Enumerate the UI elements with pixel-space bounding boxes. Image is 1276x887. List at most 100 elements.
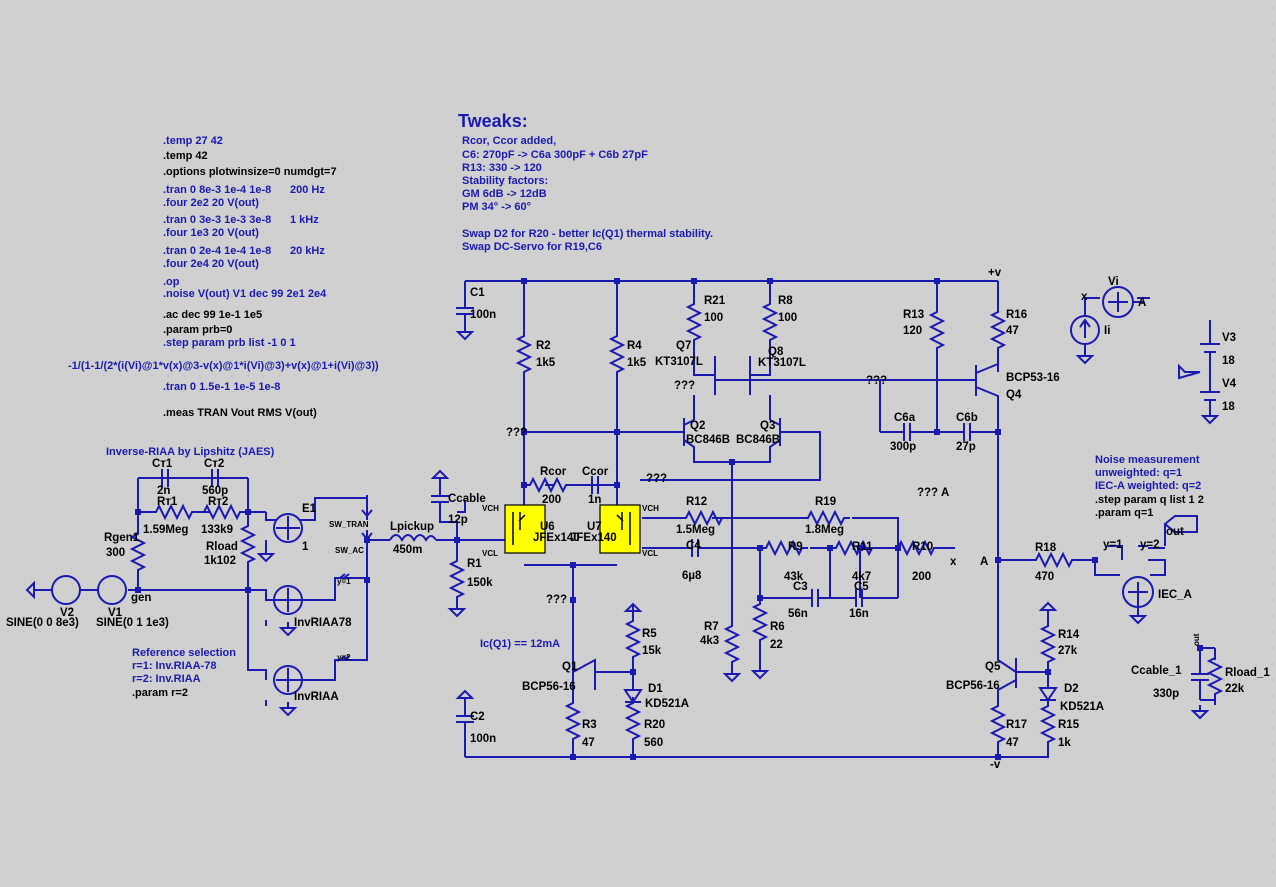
value-r21: 100 <box>704 312 723 324</box>
value-c4: 6µ8 <box>682 570 702 582</box>
net-out: out <box>1166 526 1184 538</box>
directive-step-prb: .step param prb list -1 0 1 <box>163 337 296 349</box>
label-ccable: Ccable <box>448 493 486 505</box>
directive-four-20khz: .four 2e4 20 V(out) <box>163 258 259 270</box>
label-r13: R13 <box>903 309 924 321</box>
value-c1: 100n <box>470 309 496 321</box>
value-rt2: 133k9 <box>201 524 233 536</box>
value-q5: BCP56-16 <box>946 680 1000 692</box>
value-v2: SINE(0 0 8e3) <box>6 617 79 629</box>
value-ccable: 12p <box>448 514 468 526</box>
value-q3: BC846B <box>736 434 780 446</box>
label-v4: V4 <box>1222 378 1237 390</box>
noise-step: .step param q list 1 2 <box>1095 494 1204 506</box>
value-c6b: 27p <box>956 441 976 453</box>
value-ccable1: 330p <box>1153 688 1179 700</box>
label-r10: R10 <box>912 541 933 553</box>
value-c2: 100n <box>470 733 496 745</box>
label-rgen1: Rgen1 <box>104 532 140 544</box>
directive-temp-step: .temp 27 42 <box>163 135 223 147</box>
tweak-line: Rcor, Ccor added, <box>462 135 556 147</box>
directive-options: .options plotwinsize=0 numdgt=7 <box>163 166 337 178</box>
noise-line: IEC-A weighted: q=2 <box>1095 480 1201 492</box>
label-r6: R6 <box>770 621 785 633</box>
label-ccor: Ccor <box>582 466 609 478</box>
value-d1: KD521A <box>645 698 689 710</box>
value-r14: 27k <box>1058 645 1078 657</box>
label-sw-ac: SW_AC <box>335 546 364 555</box>
value-rcor: 200 <box>542 494 561 506</box>
label-rload: Rload <box>206 541 238 553</box>
label-r3: R3 <box>582 719 597 731</box>
pin-vch-u7: VCH <box>642 504 659 513</box>
label-rt2: Rт2 <box>208 496 228 508</box>
net-a-vi: A <box>1138 297 1146 309</box>
value-c3: 56n <box>788 608 808 620</box>
value-r18: 470 <box>1035 571 1054 583</box>
label-r11: R11 <box>852 541 873 553</box>
directive-param-prb: .param prb=0 <box>163 324 232 336</box>
label-iec-y2: y=2 <box>1140 539 1160 551</box>
value-q8: KT3107L <box>758 357 806 369</box>
value-c6a: 300p <box>890 441 916 453</box>
value-r17: 47 <box>1006 737 1019 749</box>
value-e1: 1 <box>302 541 309 553</box>
value-r12: 1.5Meg <box>676 524 715 536</box>
value-r10: 200 <box>912 571 931 583</box>
label-c2: C2 <box>470 711 485 723</box>
directive-tran-1khz-note: 1 kHz <box>290 214 319 226</box>
value-q2: BC846B <box>686 434 730 446</box>
label-ccable1: Ccable_1 <box>1131 665 1182 677</box>
label-r20: R20 <box>644 719 665 731</box>
label-sw-tran: SW_TRAN <box>329 520 369 529</box>
value-r6: 22 <box>770 639 783 651</box>
label-d2: D2 <box>1064 683 1079 695</box>
net-a: A <box>980 556 988 568</box>
tweaks-title: Tweaks: <box>458 111 528 131</box>
net-a-probe: A <box>941 487 949 499</box>
label-q3: Q3 <box>760 420 775 432</box>
label-rcor: Rcor <box>540 466 567 478</box>
value-q4: BCP53-16 <box>1006 372 1060 384</box>
label-q1: Q1 <box>562 661 578 673</box>
net-x-vi: x <box>1081 291 1088 303</box>
value-r3: 47 <box>582 737 595 749</box>
value-r8: 100 <box>778 312 797 324</box>
schematic-canvas[interactable]: .temp 27 42 .temp 42 .options plotwinsiz… <box>0 0 1276 887</box>
tweak-line: GM 6dB -> 12dB <box>462 188 547 200</box>
directive-tran-long: .tran 0 1.5e-1 1e-5 1e-8 <box>163 381 280 393</box>
label-ct2: Cт2 <box>204 458 224 470</box>
label-rload1: Rload_1 <box>1225 667 1270 679</box>
label-switch-y2: y=2 <box>337 653 351 662</box>
net-unknown: ??? <box>917 487 938 499</box>
net-unknown: ??? <box>546 594 567 606</box>
value-r7: 4k3 <box>700 635 719 647</box>
label-c5: C5 <box>854 581 869 593</box>
net-unknown: ??? <box>646 473 667 485</box>
text-layer: .temp 27 42 .temp 42 .options plotwinsiz… <box>6 111 1270 771</box>
value-ccor: 1n <box>588 494 601 506</box>
net-unknown: ??? <box>506 427 527 439</box>
reference-line: r=1: Inv.RIAA-78 <box>132 660 216 672</box>
value-r19: 1.8Meg <box>805 524 844 536</box>
label-r5: R5 <box>642 628 657 640</box>
value-v1: SINE(0 1 1e3) <box>96 617 169 629</box>
label-r2: R2 <box>536 340 551 352</box>
value-r1: 150k <box>467 577 493 589</box>
label-d1: D1 <box>648 683 663 695</box>
tweak-line: Swap D2 for R20 - better Ic(Q1) thermal … <box>462 228 713 240</box>
reference-param: .param r=2 <box>132 687 188 699</box>
pin-vcl-u7: VCL <box>642 549 658 558</box>
label-r1: R1 <box>467 558 482 570</box>
directive-four-1khz: .four 1e3 20 V(out) <box>163 227 259 239</box>
directive-op: .op <box>163 276 180 288</box>
value-d2: KD521A <box>1060 701 1104 713</box>
label-r16: R16 <box>1006 309 1027 321</box>
value-q7: KT3107L <box>655 356 703 368</box>
label-r15: R15 <box>1058 719 1080 731</box>
label-c1: C1 <box>470 287 485 299</box>
directive-ac: .ac dec 99 1e-1 1e5 <box>163 309 262 321</box>
value-lpickup: 450m <box>393 544 422 556</box>
label-q4: Q4 <box>1006 389 1022 401</box>
value-r15: 1k <box>1058 737 1071 749</box>
